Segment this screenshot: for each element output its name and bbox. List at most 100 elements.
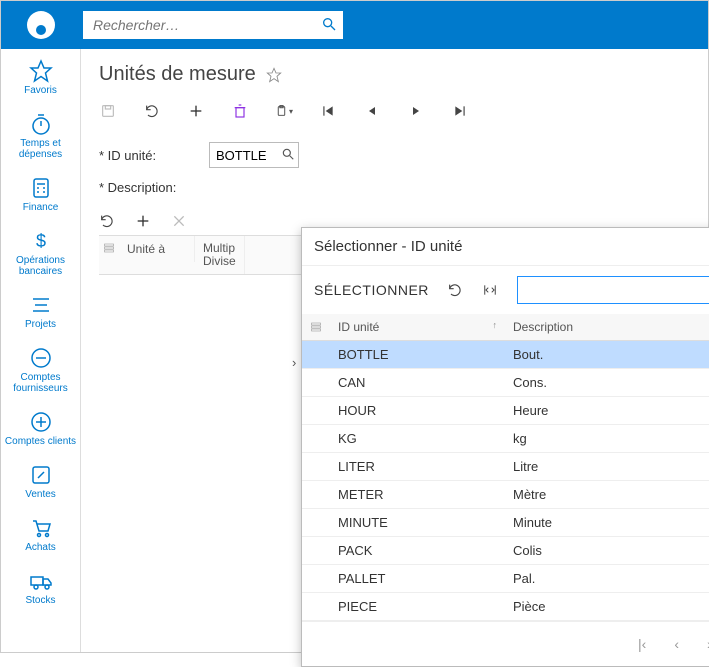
sidebar: Favoris Temps et dépenses Finance $ Opér… [1, 49, 81, 652]
star-icon [29, 59, 53, 83]
cell-id: METER [330, 481, 505, 509]
cell-desc: Minute [505, 509, 709, 537]
sidebar-item-ventes[interactable]: Ventes [1, 463, 80, 500]
sidebar-item-achats[interactable]: Achats [1, 516, 80, 553]
clipboard-button[interactable]: ▾ [275, 102, 293, 120]
sidebar-item-banking[interactable]: $ Opérations bancaires [1, 229, 80, 277]
popup-search-input[interactable] [517, 276, 709, 304]
table-row[interactable]: BOTTLEBout. [302, 341, 709, 369]
sidebar-item-finance[interactable]: Finance [1, 176, 80, 213]
sidebar-item-fournisseurs[interactable]: Comptes fournisseurs [1, 346, 80, 394]
sidebar-item-clients[interactable]: Comptes clients [1, 410, 80, 447]
app-logo[interactable] [9, 11, 73, 39]
save-button[interactable] [99, 102, 117, 120]
grid-menu-icon[interactable] [103, 242, 115, 254]
grid-col-multdiv[interactable]: Multip Divise [195, 236, 245, 274]
truck-icon [29, 569, 53, 593]
select-action[interactable]: SÉLECTIONNER [314, 282, 429, 298]
selector-table: ID unité↑ Description BOTTLEBout.CANCons… [302, 314, 709, 621]
pager-first[interactable]: |‹ [638, 636, 646, 652]
popup-pager: |‹ ‹ › ›| [302, 621, 709, 666]
lookup-icon[interactable] [281, 147, 295, 161]
add-button[interactable] [187, 102, 205, 120]
add-row-icon[interactable] [135, 213, 151, 229]
minus-circle-icon [29, 346, 53, 370]
table-row[interactable]: PALLETPal. [302, 565, 709, 593]
sidebar-item-label: Comptes fournisseurs [1, 372, 80, 394]
refresh-icon[interactable] [447, 282, 463, 298]
last-record-button[interactable] [451, 102, 469, 120]
sidebar-item-favoris[interactable]: Favoris [1, 59, 80, 96]
cell-desc: Pal. [505, 565, 709, 593]
selector-tbody: BOTTLEBout.CANCons.HOURHeureKGkgLITERLit… [302, 341, 709, 621]
global-search-wrap [83, 11, 343, 39]
plus-circle-icon [29, 410, 53, 434]
sidebar-item-label: Favoris [24, 85, 57, 96]
table-row[interactable]: MINUTEMinute [302, 509, 709, 537]
sort-asc-icon: ↑ [493, 320, 498, 330]
cell-id: HOUR [330, 397, 505, 425]
sidebar-item-label: Comptes clients [5, 436, 76, 447]
cell-desc: Mètre [505, 481, 709, 509]
sidebar-item-label: Ventes [25, 489, 56, 500]
table-row[interactable]: HOURHeure [302, 397, 709, 425]
table-row[interactable]: LITERLitre [302, 453, 709, 481]
favorite-star-icon[interactable] [266, 67, 282, 83]
fit-columns-icon[interactable] [481, 283, 499, 297]
prev-record-button[interactable] [363, 102, 381, 120]
grid-col-unit[interactable]: Unité à [119, 236, 195, 262]
cell-desc: Litre [505, 453, 709, 481]
col-desc[interactable]: Description [505, 314, 709, 341]
cart-icon [29, 516, 53, 540]
sidebar-item-label: Stocks [25, 595, 55, 606]
sidebar-item-label: Projets [25, 319, 56, 330]
sidebar-item-label: Opérations bancaires [1, 255, 80, 277]
description-label: Description: [99, 180, 209, 195]
page-title-text: Unités de mesure [99, 63, 256, 86]
projects-icon [29, 293, 53, 317]
id-unit-label: ID unité: [99, 148, 209, 163]
cell-desc: kg [505, 425, 709, 453]
global-search-input[interactable] [83, 11, 343, 39]
selector-popup: Sélectionner - ID unité SÉLECTIONNER [301, 227, 709, 667]
refresh-icon[interactable] [99, 213, 115, 229]
cell-id: MINUTE [330, 509, 505, 537]
sidebar-item-projets[interactable]: Projets [1, 293, 80, 330]
svg-text:$: $ [35, 231, 45, 251]
undo-button[interactable] [143, 102, 161, 120]
stopwatch-icon [29, 112, 53, 136]
sidebar-item-stocks[interactable]: Stocks [1, 569, 80, 606]
table-row[interactable]: PACKColis [302, 537, 709, 565]
table-row[interactable]: METERMètre [302, 481, 709, 509]
table-row[interactable]: PIECEPièce [302, 593, 709, 621]
pager-prev[interactable]: ‹ [674, 636, 679, 652]
cell-id: KG [330, 425, 505, 453]
page-title: Unités de mesure [99, 63, 690, 86]
record-toolbar: ▾ [99, 102, 690, 120]
sidebar-item-label: Achats [25, 542, 56, 553]
table-row[interactable]: CANCons. [302, 369, 709, 397]
dollar-icon: $ [29, 229, 53, 253]
main-content: Unités de mesure ▾ ID unité: Description… [81, 49, 708, 652]
cell-id: PACK [330, 537, 505, 565]
edit-icon [29, 463, 53, 487]
cell-id: BOTTLE [330, 341, 505, 369]
cell-desc: Bout. [505, 341, 709, 369]
grid-menu-icon[interactable] [310, 321, 322, 333]
cell-id: PIECE [330, 593, 505, 621]
search-icon [321, 16, 337, 32]
table-row[interactable]: KGkg [302, 425, 709, 453]
calculator-icon [29, 176, 53, 200]
sidebar-item-temps[interactable]: Temps et dépenses [1, 112, 80, 160]
cell-desc: Cons. [505, 369, 709, 397]
popup-title: Sélectionner - ID unité [314, 238, 462, 255]
sidebar-item-label: Finance [23, 202, 59, 213]
delete-button[interactable] [231, 102, 249, 120]
next-record-button[interactable] [407, 102, 425, 120]
cell-id: LITER [330, 453, 505, 481]
col-id[interactable]: ID unité↑ [330, 314, 505, 341]
cell-id: CAN [330, 369, 505, 397]
cell-id: PALLET [330, 565, 505, 593]
first-record-button[interactable] [319, 102, 337, 120]
delete-row-icon[interactable] [171, 213, 187, 229]
